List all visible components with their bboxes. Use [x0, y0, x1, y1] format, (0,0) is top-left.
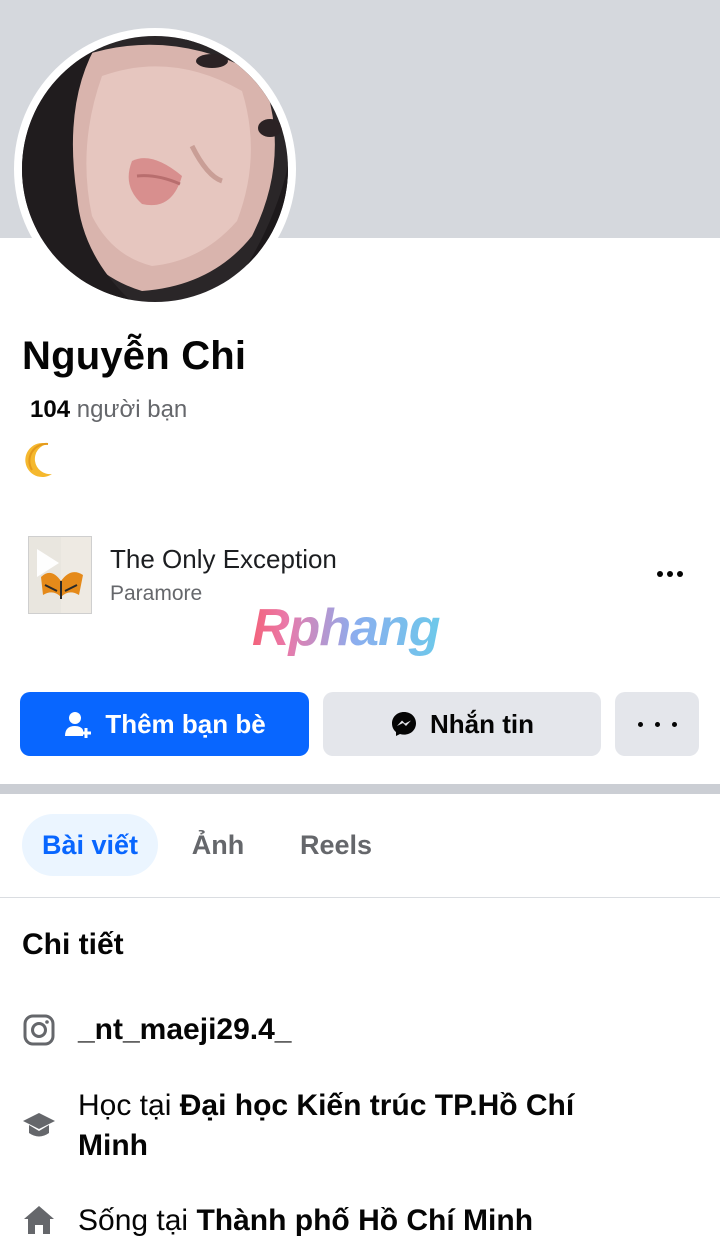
watermark: Rphang	[252, 599, 441, 657]
study-prefix: Học tại	[78, 1089, 172, 1122]
more-dots-icon[interactable]	[648, 558, 692, 590]
tabs-divider	[0, 897, 720, 898]
song-title[interactable]: The Only Exception	[110, 544, 337, 575]
live-place[interactable]: Thành phố Hồ Chí Minh	[196, 1204, 533, 1237]
friends-label: người bạn	[76, 396, 188, 423]
artist-name[interactable]: Paramore	[110, 582, 202, 606]
crescent-moon-icon: 🌙	[22, 440, 62, 480]
tab-posts[interactable]: Bài viết	[22, 814, 158, 876]
friends-count[interactable]: 104 người bạn	[30, 396, 187, 424]
message-label: Nhắn tin	[430, 708, 534, 739]
album-art[interactable]	[28, 536, 92, 614]
profile-tabs: Bài viết Ảnh Reels	[0, 812, 720, 878]
live-prefix: Sống tại	[78, 1204, 189, 1237]
tab-reels[interactable]: Reels	[280, 814, 392, 876]
instagram-handle: _nt_maeji29.4_	[78, 1013, 292, 1046]
details-title: Chi tiết	[22, 928, 124, 961]
avatar[interactable]	[22, 36, 288, 302]
message-button[interactable]: Nhắn tin	[323, 692, 601, 756]
home-icon	[24, 1206, 54, 1234]
profile-name: Nguyễn Chi	[22, 334, 247, 378]
person-plus-icon	[65, 712, 92, 738]
messenger-icon	[392, 712, 416, 736]
section-divider	[0, 784, 720, 794]
tab-photos[interactable]: Ảnh	[170, 814, 266, 876]
add-friend-label: Thêm bạn bè	[105, 708, 266, 739]
graduation-cap-icon	[23, 1113, 55, 1137]
friends-number: 104	[30, 396, 71, 423]
add-friend-button[interactable]: Thêm bạn bè	[20, 692, 309, 756]
instagram-icon	[23, 1014, 55, 1046]
more-options-button[interactable]	[615, 692, 699, 756]
